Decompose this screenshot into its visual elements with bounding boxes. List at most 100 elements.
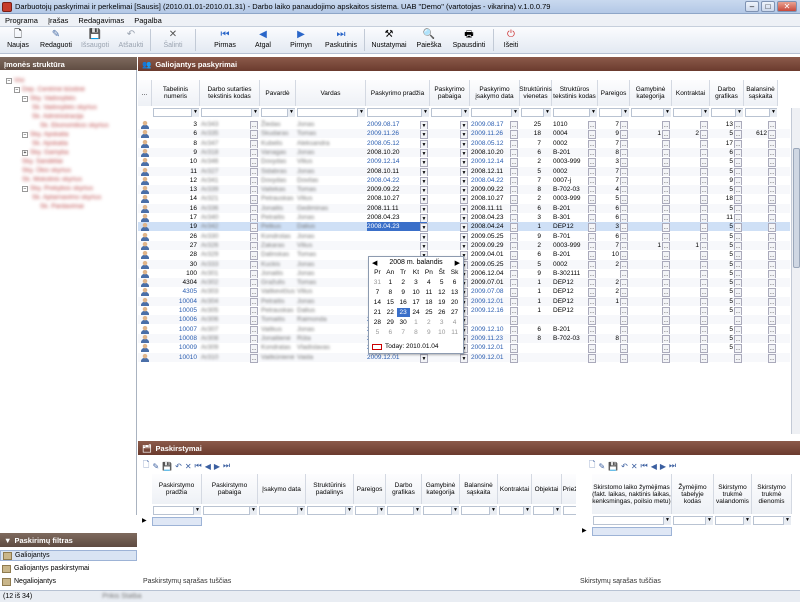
dropdown-arrow-icon[interactable]: ▼ — [451, 507, 459, 515]
table-row[interactable]: 11 Ar327… Sidabras Jonas 2008.10.11 ▼ ▼ 2008.12… — [138, 166, 790, 177]
ellipsis-button[interactable]: … — [620, 353, 628, 363]
calendar-day[interactable]: 14 — [371, 298, 384, 307]
table-row[interactable]: 19 Ar342… Petkus Dalius 2008.04.23 ▼ ▼ 2008.04.… — [138, 222, 790, 233]
filter-cell[interactable]: ▼ — [563, 506, 576, 515]
filter-cell[interactable]: ▼ — [711, 108, 743, 117]
table-row[interactable]: 100Ar301…JonaitisJonas▼▼2006.12.04…9B-30… — [138, 268, 790, 279]
calendar-day[interactable]: 11 — [448, 328, 461, 337]
calendar-day[interactable]: 26 — [435, 308, 448, 317]
new-row-cell[interactable] — [152, 517, 202, 526]
table-row[interactable]: 17 Ar340… Petraitis Jonas 2008.04.23 ▼ ▼ 2008.0… — [138, 213, 790, 223]
search-button[interactable]: 🔍 Paieška — [411, 27, 447, 54]
column-header[interactable]: Tabelinis numeris — [152, 80, 200, 106]
dropdown-arrow-icon[interactable]: ▼ — [489, 507, 497, 515]
column-header[interactable]: Darbo sutarties tekstinis kodas — [200, 80, 260, 106]
filter-cell[interactable]: ▼ — [673, 108, 709, 117]
close-window-button[interactable]: ✕ — [777, 1, 797, 12]
calendar-day[interactable]: 2 — [422, 318, 435, 327]
date-picker-popup[interactable]: ◀ 2008 m. balandis ▶ Pr An Tr Kt Pn Št Sk 31 1 2 3… — [368, 256, 464, 354]
calendar-day[interactable]: 7 — [397, 328, 410, 337]
filter-cell[interactable]: ▼ — [753, 516, 791, 525]
filter-cell[interactable]: ▼ — [673, 516, 713, 525]
exit-button[interactable]: ⏻ Išeiti — [496, 27, 526, 54]
menu-redagavimas[interactable]: Redagavimas — [73, 16, 129, 25]
filter-cell[interactable]: ▼ — [307, 506, 353, 515]
dropdown-arrow-icon[interactable]: ▼ — [460, 353, 468, 363]
table-row[interactable]: 30Ar333…KuckisJonas▼▼2009.05.25…50002…2…… — [138, 259, 790, 270]
calendar-day[interactable]: 27 — [448, 308, 461, 317]
table-row[interactable]: 10006Ar306…TomaitisRaimonda2009.12.16▼▼…… — [138, 315, 790, 326]
filter-cell[interactable]: ▼ — [367, 108, 429, 117]
calendar-day[interactable]: 30 — [397, 318, 410, 327]
maximize-button[interactable]: □ — [761, 1, 775, 12]
column-header[interactable]: Įsakymo data — [258, 474, 306, 504]
menu-irasas[interactable]: Įrašas — [43, 16, 73, 25]
first-icon[interactable]: ⏮ — [641, 461, 648, 471]
dropdown-arrow-icon[interactable]: ▼ — [701, 109, 709, 117]
table-row[interactable]: 4305Ar303…VaitkevičiusVilius▼▼2009.07.08… — [138, 287, 790, 298]
table-row[interactable]: 4304Ar302…GražulisTomas▼▼2009.07.01…1DEP… — [138, 278, 790, 289]
prev-icon[interactable]: ◀ — [651, 462, 657, 471]
tree-node[interactable]: Sk. Ekonomikos skyrius — [40, 121, 109, 130]
table-row[interactable]: 26 Ar330… Kondrotas Jonas ▼ ▼ 2009.05.25… 9 B-70… — [138, 231, 790, 242]
new-button[interactable]: 🗋 Naujas — [0, 27, 36, 54]
dropdown-arrow-icon[interactable]: ▼ — [461, 109, 469, 117]
filter-cell[interactable]: ▼ — [261, 108, 295, 117]
dropdown-arrow-icon[interactable]: ▼ — [663, 517, 671, 525]
table-row[interactable]: 13 Ar339… Vaitekas Tomas 2009.09.22 ▼ ▼ 2009.09… — [138, 185, 790, 196]
filter-cell[interactable]: ▼ — [499, 506, 531, 515]
dropdown-arrow-icon[interactable]: ▼ — [287, 109, 295, 117]
last-icon[interactable]: ⏭ — [223, 461, 230, 471]
dropdown-arrow-icon[interactable]: ▼ — [413, 507, 421, 515]
table-row[interactable]: 8 Ar347… Kubelis Aleksandra 2008.05.12 ▼ ▼ 2008… — [138, 138, 790, 149]
tree-node[interactable]: + Sky. Gamyba — [22, 148, 69, 157]
filter-cell[interactable]: ▼ — [297, 108, 365, 117]
column-header[interactable]: Pavardė — [260, 80, 296, 106]
prev-month-button[interactable]: ◀ — [372, 259, 377, 267]
delete-icon[interactable]: ✕ — [185, 462, 192, 471]
calendar-day[interactable]: 8 — [384, 288, 397, 297]
calendar-day[interactable]: 6 — [448, 278, 461, 287]
calendar-day[interactable]: 23 — [396, 308, 410, 317]
dropdown-arrow-icon[interactable]: ▼ — [345, 507, 353, 515]
filter-invalid[interactable]: Negaliojantys — [0, 576, 137, 587]
calendar-day[interactable]: 10 — [410, 288, 423, 297]
ellipsis-button[interactable]: … — [700, 353, 708, 363]
filter-cell[interactable]: ▼ — [745, 108, 777, 117]
calendar-day[interactable]: 6 — [384, 328, 397, 337]
dropdown-arrow-icon[interactable]: ▼ — [420, 353, 428, 363]
calendar-day[interactable]: 16 — [397, 298, 410, 307]
calendar-day[interactable]: 20 — [448, 298, 461, 307]
ellipsis-button[interactable]: … — [768, 353, 776, 363]
filter-cell[interactable]: ▼ — [387, 506, 421, 515]
next-month-button[interactable]: ▶ — [455, 259, 460, 267]
dropdown-arrow-icon[interactable]: ▼ — [743, 517, 751, 525]
tree-node[interactable]: − Dep. Centrinė būstinė — [14, 85, 85, 94]
calendar-day[interactable]: 4 — [448, 318, 461, 327]
column-header[interactable]: Kontraktai — [498, 474, 532, 504]
menu-programa[interactable]: Programa — [0, 16, 43, 25]
calendar-day[interactable]: 12 — [435, 288, 448, 297]
undo-icon[interactable]: ↶ — [621, 462, 628, 471]
column-header[interactable]: Gamybinė kategorija — [422, 474, 460, 504]
dropdown-arrow-icon[interactable]: ▼ — [377, 507, 385, 515]
first-icon[interactable]: ⏮ — [195, 461, 202, 471]
calendar-day[interactable]: 7 — [371, 288, 384, 297]
dropdown-arrow-icon[interactable]: ▼ — [523, 507, 531, 515]
column-header[interactable]: Skirstomo laiko žymėjimas (fakt. laikas,… — [592, 474, 672, 514]
settings-button[interactable]: ⚒ Nustatymai — [367, 27, 411, 54]
filter-cell[interactable]: ▼ — [533, 506, 561, 515]
column-header[interactable]: Skirstymo trukmė dienomis — [752, 474, 792, 514]
tree-node[interactable]: − Sky. Prekybos skyrius — [22, 184, 93, 193]
save-button[interactable]: 💾 Išsaugoti — [76, 27, 114, 54]
calendar-day[interactable]: 15 — [384, 298, 397, 307]
column-header[interactable]: Paskirstymo pabaiga — [202, 474, 258, 504]
dropdown-arrow-icon[interactable]: ▼ — [735, 109, 743, 117]
tree-node[interactable]: Sk. Administracija — [32, 112, 83, 121]
table-row[interactable]: 10004Ar304…PetraitisJonas▼▼2009.12.01…1D… — [138, 296, 790, 307]
table-row[interactable]: 10008Ar308…JonaitienėRūta2009.12.01▼2010… — [138, 333, 790, 344]
column-header[interactable]: Darbo grafikas — [386, 474, 422, 504]
delete-button[interactable]: ✕ Šalinti — [153, 27, 193, 54]
column-header[interactable]: Paskyrimo pradžia — [366, 80, 430, 106]
column-header[interactable]: Struktūrinis padalinys — [306, 474, 354, 504]
